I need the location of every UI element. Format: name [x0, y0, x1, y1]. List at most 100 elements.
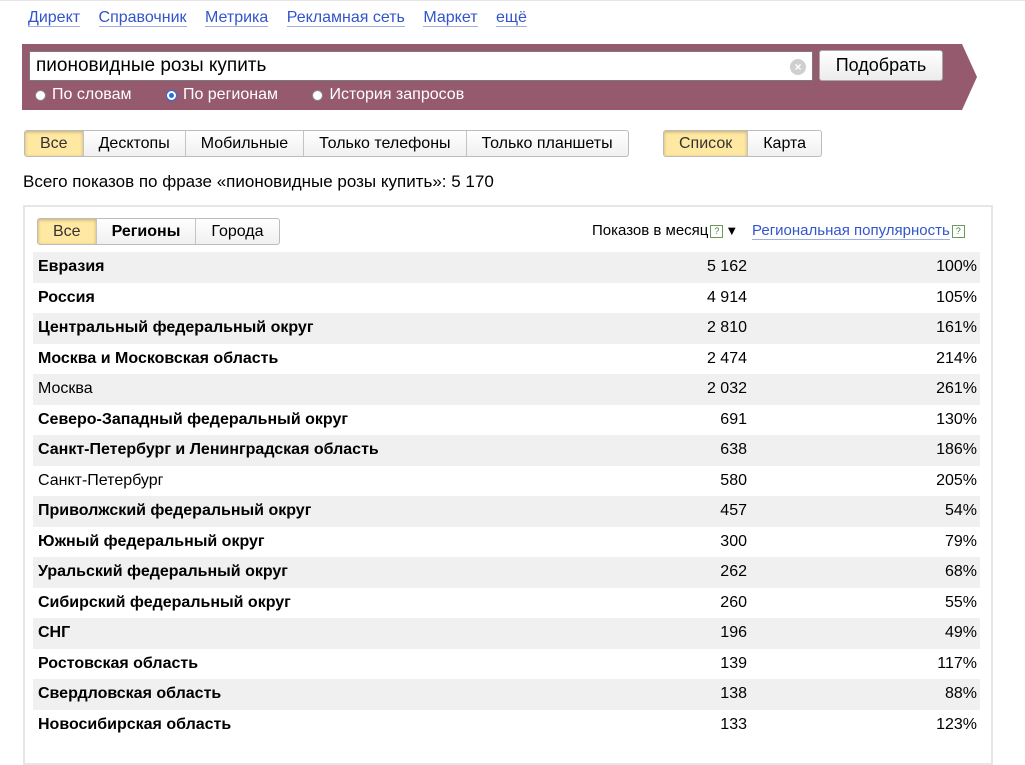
nav-link-reference[interactable]: Справочник: [98, 9, 187, 27]
shows-per-month: 139: [720, 654, 747, 672]
regional-popularity: 186%: [936, 441, 977, 458]
region-name: Евразия: [38, 258, 105, 275]
tab-regions[interactable]: Регионы: [95, 219, 196, 244]
regional-popularity: 100%: [936, 258, 977, 275]
region-name: Ростовская область: [38, 654, 199, 672]
tab-cities[interactable]: Города: [195, 219, 278, 244]
tab-region-all[interactable]: Все: [38, 219, 96, 244]
table-row: Свердловская область 138 88%: [33, 679, 980, 710]
region-type-tabs: Все Регионы Города: [37, 218, 280, 245]
radio-button-checked-icon: [165, 89, 177, 101]
regional-popularity: 130%: [936, 410, 977, 428]
regional-popularity: 117%: [937, 654, 977, 672]
region-name: Центральный федеральный округ: [38, 319, 314, 336]
shows-per-month: 262: [720, 563, 747, 580]
shows-per-month: 4 914: [706, 288, 747, 306]
total-shows-text: Всего показов по фразе «пионовидные розы…: [23, 172, 494, 191]
view-mode-tabs: Список Карта: [663, 130, 823, 157]
search-input[interactable]: [30, 52, 780, 80]
shows-per-month: 2 810: [706, 319, 747, 336]
table-row: Приволжский федеральный округ 457 54%: [33, 496, 980, 527]
table-row: Евразия 5 162 100%: [33, 252, 980, 283]
radio-button-icon: [35, 89, 46, 101]
regional-popularity: 161%: [936, 319, 977, 336]
regional-popularity: 49%: [944, 624, 977, 641]
region-name: Южный федеральный округ: [38, 532, 265, 550]
search-band: × Подобрать По словам По регионам Истори…: [22, 44, 977, 110]
shows-per-month: 2 474: [706, 349, 747, 367]
nav-link-more[interactable]: ещё: [495, 9, 527, 27]
region-name: Москва: [38, 380, 93, 397]
table-row: СНГ 196 49%: [33, 618, 980, 649]
device-filter-tabs: Все Десктопы Мобильные Только телефоны Т…: [24, 130, 629, 157]
radio-by-regions[interactable]: По регионам: [165, 86, 278, 104]
regional-popularity: 261%: [936, 380, 977, 397]
table-row: Сибирский федеральный округ 260 55%: [33, 588, 980, 619]
tab-desktops[interactable]: Десктопы: [82, 131, 185, 156]
top-nav: Директ Справочник Метрика Рекламная сеть…: [28, 9, 541, 27]
popularity-column-link[interactable]: Региональная популярность: [752, 222, 950, 240]
tab-phones-only[interactable]: Только телефоны: [303, 131, 465, 156]
help-icon[interactable]: ?: [710, 225, 724, 238]
shows-per-month: 638: [720, 441, 747, 458]
nav-link-direct[interactable]: Директ: [28, 9, 81, 27]
clear-icon[interactable]: ×: [790, 59, 806, 75]
search-box: ×: [29, 51, 813, 81]
nav-link-market[interactable]: Маркет: [423, 9, 478, 27]
region-name: Россия: [38, 288, 95, 306]
table-row: Москва 2 032 261%: [33, 374, 980, 405]
radio-by-words[interactable]: По словам: [35, 86, 131, 104]
shows-per-month: 133: [720, 715, 747, 733]
shows-per-month: 457: [720, 502, 747, 519]
popularity-column-header: Региональная популярность?: [752, 222, 965, 240]
radio-label: По регионам: [182, 86, 278, 103]
radio-query-history[interactable]: История запросов: [312, 86, 464, 104]
region-name: СНГ: [38, 624, 71, 641]
table-row: Уральский федеральный округ 262 68%: [33, 557, 980, 588]
radio-label: По словам: [52, 86, 132, 103]
table-row: Санкт-Петербург 580 205%: [33, 466, 980, 497]
table-row: Санкт-Петербург и Ленинградская область 6…: [33, 435, 980, 466]
region-name: Приволжский федеральный округ: [38, 502, 312, 519]
shows-per-month: 300: [720, 532, 747, 550]
shows-per-month: 691: [720, 410, 747, 428]
region-name: Сибирский федеральный округ: [38, 593, 291, 611]
table-row: Южный федеральный округ 300 79%: [33, 527, 980, 558]
submit-button[interactable]: Подобрать: [819, 50, 943, 81]
tab-map[interactable]: Карта: [747, 131, 821, 156]
top-border: [0, 0, 1025, 1]
shows-per-month: 138: [720, 685, 747, 702]
table-row: Северо-Западный федеральный округ 691 130%: [33, 405, 980, 436]
tab-device-all[interactable]: Все: [25, 131, 83, 156]
tab-mobile[interactable]: Мобильные: [184, 131, 303, 156]
shows-column-label: Показов в месяц: [592, 222, 709, 239]
region-name: Свердловская область: [38, 685, 222, 702]
regional-popularity: 88%: [944, 685, 977, 702]
tab-list[interactable]: Список: [664, 131, 748, 156]
region-name: Новосибирская область: [38, 715, 232, 733]
region-name: Уральский федеральный округ: [38, 563, 288, 580]
tab-tablets-only[interactable]: Только планшеты: [465, 131, 628, 156]
regional-popularity: 79%: [944, 532, 977, 550]
radio-label: История запросов: [329, 86, 465, 103]
nav-link-ad-network[interactable]: Рекламная сеть: [286, 9, 405, 27]
sort-desc-icon[interactable]: ▼: [725, 223, 738, 238]
shows-column-header[interactable]: Показов в месяц? ▼: [592, 222, 738, 239]
table-row: Москва и Московская область 2 474 214%: [33, 344, 980, 375]
regional-popularity: 68%: [944, 563, 977, 580]
regional-popularity: 54%: [944, 502, 977, 519]
table-row: Новосибирская область 133 123%: [33, 710, 980, 741]
region-name: Северо-Западный федеральный округ: [38, 410, 349, 428]
nav-link-metrika[interactable]: Метрика: [204, 9, 269, 27]
radio-button-icon: [312, 89, 324, 101]
regional-popularity: 123%: [936, 715, 977, 733]
results-table: Евразия 5 162 100% Россия 4 914 105% Центральн…: [33, 252, 980, 740]
regional-popularity: 105%: [936, 288, 977, 306]
regional-popularity: 55%: [944, 593, 977, 611]
region-name: Санкт-Петербург: [38, 471, 164, 489]
help-icon[interactable]: ?: [951, 225, 965, 238]
shows-per-month: 5 162: [706, 258, 747, 275]
shows-per-month: 196: [720, 624, 747, 641]
shows-per-month: 260: [720, 593, 747, 611]
table-row: Ростовская область 139 117%: [33, 649, 980, 680]
